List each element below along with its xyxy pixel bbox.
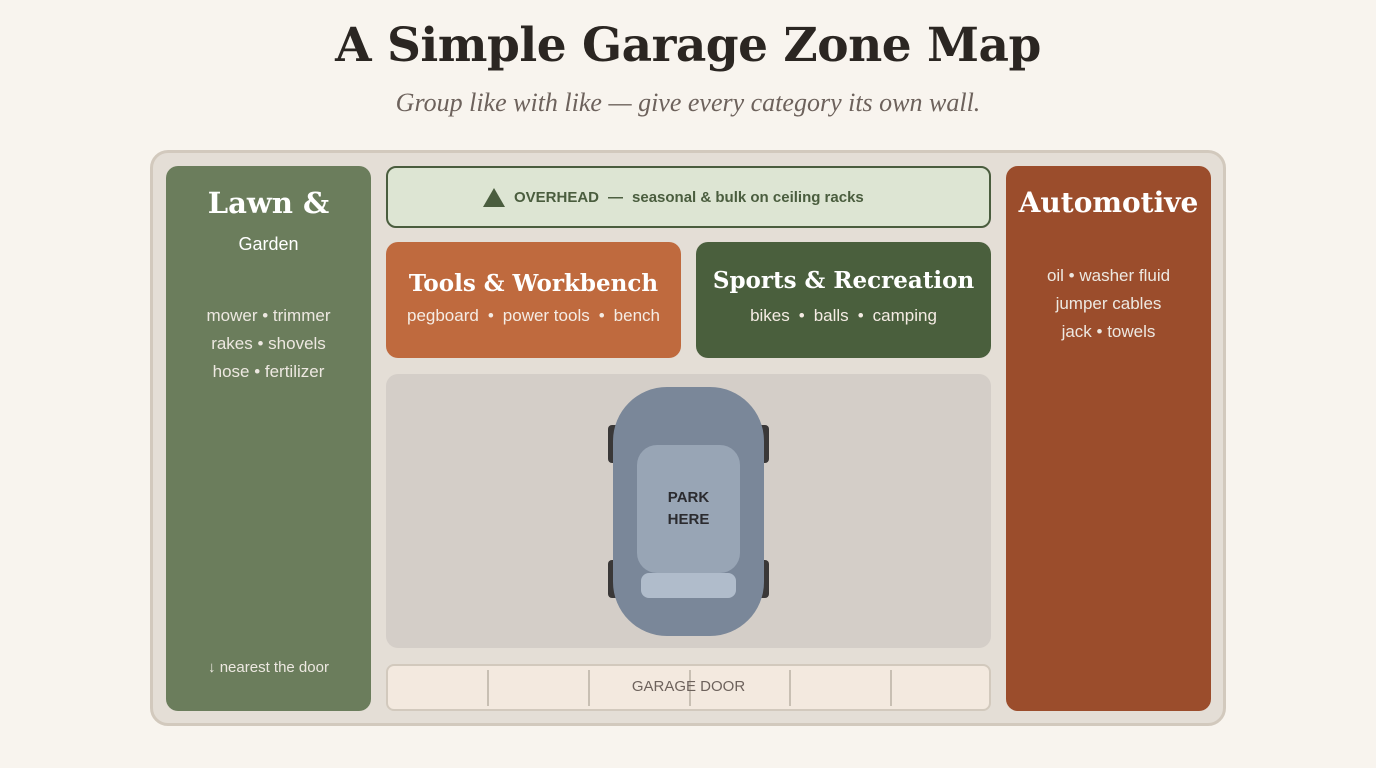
overhead-separator: — [608,188,624,206]
garage-door-label: GARAGE DOOR [631,678,746,695]
door-note: ↓ nearest the door [208,659,329,676]
overhead-zone: OVERHEAD — seasonal & bulk on ceiling ra… [386,166,991,228]
lawn-item: rakes • shovels [211,334,326,353]
automotive-item: jack • towels [1061,322,1156,341]
automotive-item: oil • washer fluid [1046,266,1171,285]
sports-item-list: bikes • balls • camping [696,306,991,326]
bullet-separator: • [798,306,805,325]
lawn-item: hose • fertilizer [212,362,325,381]
tools-item: pegboard [406,306,479,325]
sports-zone-title: Sports & Recreation [712,267,975,294]
sports-recreation-zone: Sports & Recreation bikes • balls • camping [696,242,991,358]
tools-item: bench [613,306,660,325]
automotive-zone-title: Automotive [1018,186,1199,219]
bullet-separator: • [598,306,605,325]
tools-zone-title: Tools & Workbench [408,270,659,297]
tools-item-list: pegboard • power tools • bench [386,306,681,326]
sports-item: camping [872,306,937,325]
page-subtitle: Group like with like — give every catego… [395,88,981,117]
automotive-item-list: oil • washer fluid jumper cables jack • … [1006,262,1211,346]
automotive-item: jumper cables [1055,294,1162,313]
lawn-zone-subtitle: Garden [238,234,299,254]
bullet-separator: • [487,306,494,325]
car-rear-window [641,573,736,598]
automotive-zone: Automotive oil • washer fluid jumper cab… [1006,166,1211,711]
park-label-line: HERE [667,511,710,528]
bullet-separator: • [857,306,864,325]
triangle-up-icon [483,187,505,207]
sports-item: bikes [750,306,790,325]
park-label-line: PARK [667,489,710,506]
lawn-zone-title: Lawn & [207,186,330,220]
lawn-item: mower • trimmer [206,306,331,325]
sports-item: balls [813,306,849,325]
lawn-garden-zone: Lawn & Garden mower • trimmer rakes • sh… [166,166,371,711]
page-title: A Simple Garage Zone Map [335,18,1041,73]
overhead-description: seasonal & bulk on ceiling racks [632,188,864,206]
tools-workbench-zone: Tools & Workbench pegboard • power tools • b… [386,242,681,358]
lawn-item-list: mower • trimmer rakes • shovels hose • f… [166,302,371,386]
overhead-label: OVERHEAD [514,188,600,206]
overhead-row: OVERHEAD — seasonal & bulk on ceiling ra… [483,186,864,208]
park-here-label: PARK HERE [637,487,740,531]
garage-door: GARAGE DOOR [386,664,991,711]
tools-item: power tools [502,306,590,325]
